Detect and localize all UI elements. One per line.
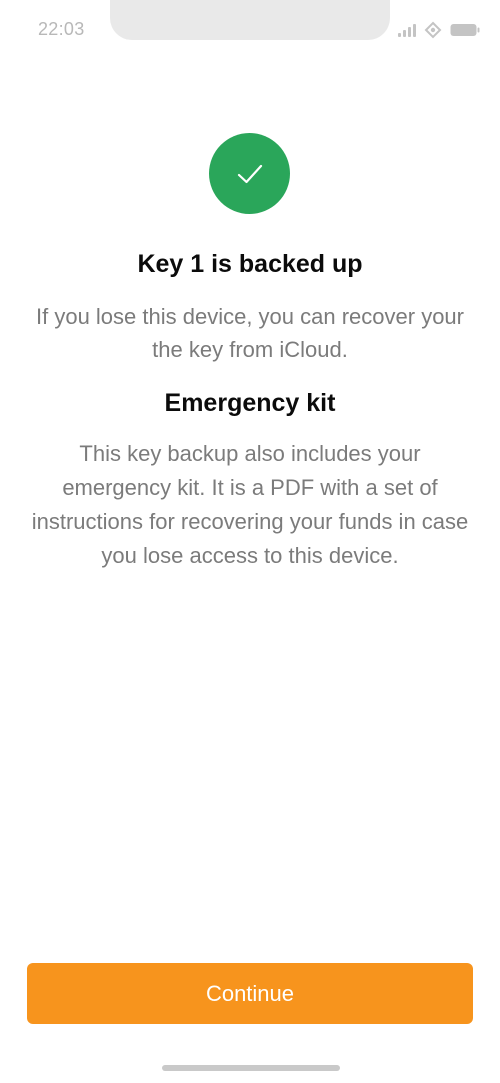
device-notch (110, 0, 390, 40)
status-icons (398, 21, 480, 39)
continue-button[interactable]: Continue (27, 963, 473, 1024)
status-bar: 22:03 (0, 0, 500, 60)
checkmark-icon (237, 164, 262, 183)
battery-icon (450, 23, 480, 37)
page-subtitle: If you lose this device, you can recover… (36, 304, 464, 362)
emergency-kit-description: This key backup also includes your emerg… (31, 441, 469, 568)
success-badge (209, 133, 290, 214)
signal-icon (398, 23, 416, 37)
home-indicator (162, 1065, 340, 1071)
connect-icon (424, 21, 442, 39)
page-title: Key 1 is backed up (137, 250, 363, 278)
emergency-kit-heading: Emergency kit (164, 389, 336, 417)
status-time: 22:03 (38, 19, 85, 39)
